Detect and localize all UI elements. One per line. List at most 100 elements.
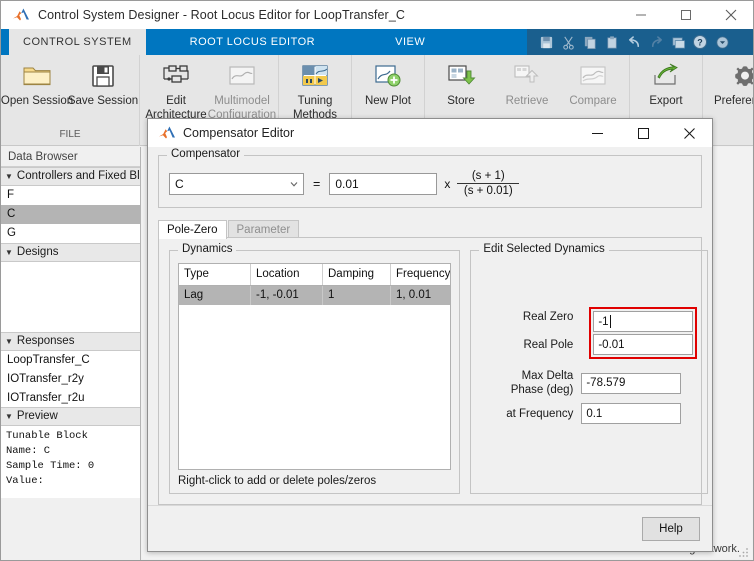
help-button[interactable]: Help [642,516,700,541]
layout-icon[interactable] [667,29,689,55]
undo-icon[interactable] [623,29,645,55]
preferences-button[interactable]: Preferences [706,55,753,108]
tab-root-locus-editor[interactable]: ROOT LOCUS EDITOR [146,29,359,55]
table-row[interactable]: Lag -1, -0.01 1 1, 0.01 [179,286,451,305]
column-header-location[interactable]: Location [251,264,323,285]
highlight-outline: -1 -0.01 [589,307,698,359]
save-session-button[interactable]: Save Session [68,55,138,108]
ribbon-group-file-label: FILE [59,129,81,140]
compare-button[interactable]: Compare [560,55,626,108]
real-zero-input[interactable]: -1 [593,311,694,332]
open-session-label: Open Session [0,95,74,107]
table-header-row: Type Location Damping Frequency [179,264,451,286]
list-item[interactable]: IOTransfer_r2y [1,370,140,389]
cut-icon[interactable] [557,29,579,55]
matlab-logo-icon [158,125,176,141]
gain-input[interactable]: 0.01 [329,172,438,195]
list-item[interactable]: F [1,186,140,205]
column-header-frequency[interactable]: Frequency [391,264,451,285]
preview-line: Value: [6,475,44,487]
edit-selected-dynamics-label: Edit Selected Dynamics [479,243,609,255]
more-icon[interactable] [711,29,733,55]
help-icon[interactable]: ? [689,29,711,55]
section-header-designs[interactable]: ▼ Designs [1,243,140,262]
redo-icon[interactable] [645,29,667,55]
multimodel-configuration-button[interactable]: Multimodel Configuration [208,55,276,122]
denominator: (s + 0.01) [463,185,513,197]
open-session-button[interactable]: Open Session [1,55,73,108]
max-delta-phase-label-text: Max Delta Phase (deg) [510,370,574,396]
save-icon[interactable] [535,29,557,55]
compensator-select[interactable]: C [169,172,304,195]
list-item[interactable]: LoopTransfer_C [1,351,140,370]
paste-icon[interactable] [601,29,623,55]
section-header-preview[interactable]: ▼ Preview [1,407,140,426]
real-zero-value: -1 [598,315,609,328]
preview-line: Sample Time: 0 [6,460,95,472]
tab-control-system[interactable]: CONTROL SYSTEM [9,29,146,55]
section-header-responses[interactable]: ▼ Responses [1,332,140,351]
list-item[interactable]: C [1,205,140,224]
cell-damping: 1 [323,286,391,305]
block-diagram-icon [160,61,192,91]
controllers-list[interactable]: F C G H [1,186,140,243]
store-icon [445,61,477,91]
export-label: Export [649,95,683,107]
svg-text:?: ? [697,38,703,48]
new-plot-button[interactable]: New Plot [355,55,421,108]
dialog-title-bar[interactable]: Compensator Editor [148,119,712,147]
maximize-button[interactable] [663,1,708,29]
dialog-close-button[interactable] [666,119,712,147]
export-button[interactable]: Export [633,55,699,108]
section-label-designs: Designs [16,246,59,258]
copy-icon[interactable] [579,29,601,55]
tab-view[interactable]: VIEW [359,29,461,55]
dialog-minimize-button[interactable] [574,119,620,147]
minimize-button[interactable] [618,1,663,29]
edit-architecture-button[interactable]: Edit Architecture [143,55,209,122]
close-button[interactable] [708,1,753,29]
tuning-methods-button[interactable]: Tuning Methods [282,55,348,122]
gear-icon [729,61,753,91]
list-item[interactable]: IOTransfer_r2u [1,389,140,407]
cell-location: -1, -0.01 [251,286,323,305]
store-button[interactable]: Store [428,55,494,108]
resize-grip[interactable] [738,545,750,557]
column-header-damping[interactable]: Damping [323,264,391,285]
responses-list[interactable]: LoopTransfer_C IOTransfer_r2y IOTransfer… [1,351,140,407]
gain-value: 0.01 [335,176,359,191]
at-frequency-label: at Frequency [506,407,574,420]
max-delta-phase-row: Max Delta Phase (deg) -78.579 [481,369,697,397]
preview-line: Tunable Block [6,430,88,442]
dialog-maximize-button[interactable] [620,119,666,147]
max-delta-phase-value-text: -78.579 [586,377,626,389]
table-empty-area[interactable] [179,305,451,469]
real-pole-input[interactable]: -0.01 [593,334,694,355]
designs-list[interactable] [1,262,140,332]
section-header-controllers[interactable]: ▼ Controllers and Fixed Blocks [1,167,140,186]
export-arrow-icon [650,61,682,91]
chevron-down-icon: ▼ [5,412,13,421]
dynamics-hint: Right-click to add or delete poles/zeros [178,475,377,487]
retrieve-button[interactable]: Retrieve [494,55,560,108]
list-item[interactable]: G [1,224,140,243]
max-delta-phase-input[interactable]: -78.579 [581,372,682,394]
chevron-down-icon: ▼ [5,248,13,257]
at-frequency-value: 0.1 [586,407,603,420]
transfer-function-fraction: (s + 1) (s + 0.01) [457,170,520,197]
preview-line: Name: C [6,445,51,457]
data-browser-panel: Data Browser ▼ Controllers and Fixed Blo… [1,147,141,560]
tab-pole-zero[interactable]: Pole-Zero [158,220,227,239]
dialog-body: Compensator C = 0.01 x (s + 1) (s + 0.01… [148,147,712,505]
dialog-footer: Help [148,505,712,551]
pole-zero-panel: Dynamics Type Location Damping Frequency… [158,237,709,505]
data-browser-title: Data Browser [1,147,140,167]
at-frequency-input[interactable]: 0.1 [581,403,682,424]
chevron-down-icon[interactable] [285,174,303,194]
control-system-designer-window: Control System Designer - Root Locus Edi… [0,0,754,561]
column-header-type[interactable]: Type [179,264,251,285]
dynamics-table[interactable]: Type Location Damping Frequency Lag -1, … [178,263,452,470]
preferences-label: Preferences [713,95,753,107]
dialog-tab-strip: Pole-Zero Parameter [158,216,702,239]
dynamics-group-label: Dynamics [178,243,237,255]
